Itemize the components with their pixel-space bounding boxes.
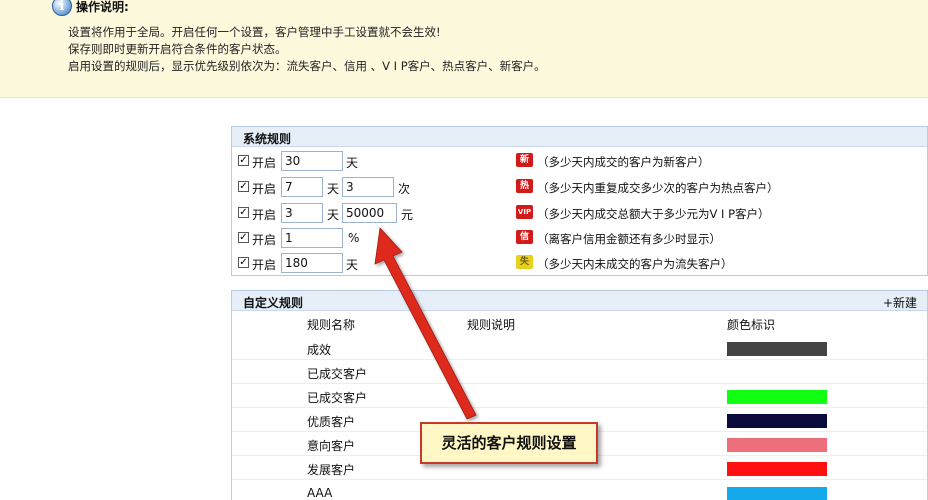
rule-name: 已成交客户 [307, 367, 368, 381]
enable-label: 开启 [252, 208, 277, 222]
enable-checkbox[interactable]: ✓ [238, 155, 249, 166]
credit-badge-icon: 信 [516, 230, 533, 244]
unit-label: 元 [401, 208, 414, 222]
color-swatch [727, 390, 827, 404]
annotation-callout: 灵活的客户规则设置 [420, 422, 598, 464]
rule-description: （多少天内未成交的客户为流失客户） [537, 257, 733, 271]
instruction-line: 启用设置的规则后，显示优先级别依次为：流失客户、信用 、V I P客户、热点客户… [68, 59, 546, 73]
custom-rules-title: 自定义规则 [243, 296, 304, 310]
rule-name: AAA [307, 486, 333, 500]
enable-checkbox[interactable]: ✓ [238, 232, 249, 243]
rule-name: 发展客户 [307, 463, 356, 477]
rule-row-lost-customer: ✓ 开启 180 天 失 （多少天内未成交的客户为流失客户） [236, 253, 926, 273]
times-input[interactable]: 3 [342, 177, 394, 197]
rule-description: （离客户信用金额还有多少时显示） [537, 232, 721, 246]
unit-label: 天 [327, 208, 340, 222]
enable-checkbox[interactable]: ✓ [238, 207, 249, 218]
unit-label: 次 [398, 182, 411, 196]
amount-input[interactable]: 50000 [342, 203, 397, 223]
table-row[interactable]: 已成交客户 [232, 384, 927, 408]
rule-description: （多少天内成交的客户为新客户） [537, 155, 710, 169]
rule-description: （多少天内重复成交多少次的客户为热点客户） [537, 181, 779, 195]
rule-row-new-customer: ✓ 开启 30 天 新 （多少天内成交的客户为新客户） [236, 151, 926, 171]
unit-label: 天 [346, 156, 359, 170]
color-swatch [727, 438, 827, 452]
color-swatch [727, 342, 827, 356]
rule-name: 成效 [307, 343, 332, 357]
hot-customer-badge-icon: 热 [516, 179, 533, 193]
rule-name: 意向客户 [307, 439, 356, 453]
enable-label: 开启 [252, 182, 277, 196]
info-icon: i [52, 0, 72, 16]
unit-label: % [348, 231, 360, 245]
table-row[interactable]: AAA [232, 481, 927, 500]
table-row[interactable]: 成效 [232, 336, 927, 360]
color-swatch [727, 462, 827, 476]
table-row[interactable]: 已成交客户 [232, 360, 927, 384]
rule-row-credit: ✓ 开启 1 % 信 （离客户信用金额还有多少时显示） [236, 228, 926, 248]
instructions-panel: i 操作说明: 设置将作用于全局。开启任何一个设置，客户管理中手工设置就不会生效… [0, 0, 928, 98]
new-customer-badge-icon: 新 [516, 153, 533, 167]
vip-badge-icon: VIP [516, 205, 533, 219]
custom-rules-panel: 自定义规则 +新建 规则名称 规则说明 颜色标识 成效 已成交客户 已成交客户 … [231, 290, 928, 500]
column-header-name: 规则名称 [307, 318, 356, 332]
rule-name: 已成交客户 [307, 391, 368, 405]
color-swatch [727, 414, 827, 428]
days-input[interactable]: 7 [281, 177, 323, 197]
color-swatch [727, 487, 827, 500]
enable-label: 开启 [252, 156, 277, 170]
enable-checkbox[interactable]: ✓ [238, 181, 249, 192]
rule-name: 优质客户 [307, 415, 356, 429]
enable-label: 开启 [252, 233, 277, 247]
system-rules-title: 系统规则 [243, 132, 292, 146]
instruction-line: 保存则即时更新开启符合条件的客户状态。 [68, 42, 287, 56]
rule-description: （多少天内成交总额大于多少元为V I P客户） [537, 207, 770, 221]
rule-row-vip-customer: ✓ 开启 3 天 50000 元 VIP （多少天内成交总额大于多少元为V I … [236, 203, 926, 223]
enable-label: 开启 [252, 258, 277, 272]
days-input[interactable]: 30 [281, 151, 343, 171]
system-rules-header: 系统规则 [232, 127, 927, 147]
new-rule-button[interactable]: +新建 [883, 294, 917, 311]
enable-checkbox[interactable]: ✓ [238, 257, 249, 268]
system-rules-panel: 系统规则 ✓ 开启 30 天 新 （多少天内成交的客户为新客户） ✓ 开启 7 … [231, 126, 928, 276]
custom-rules-header: 自定义规则 +新建 [232, 291, 927, 311]
rule-row-hot-customer: ✓ 开启 7 天 3 次 热 （多少天内重复成交多少次的客户为热点客户） [236, 177, 926, 197]
column-header-description: 规则说明 [467, 318, 516, 332]
instructions-title: 操作说明: [76, 0, 129, 14]
days-input[interactable]: 180 [281, 253, 343, 273]
percent-input[interactable]: 1 [281, 228, 343, 248]
unit-label: 天 [327, 182, 340, 196]
unit-label: 天 [346, 258, 359, 272]
instruction-line: 设置将作用于全局。开启任何一个设置，客户管理中手工设置就不会生效! [68, 25, 441, 39]
days-input[interactable]: 3 [281, 203, 323, 223]
column-header-color: 颜色标识 [727, 318, 776, 332]
lost-customer-badge-icon: 失 [516, 255, 533, 269]
